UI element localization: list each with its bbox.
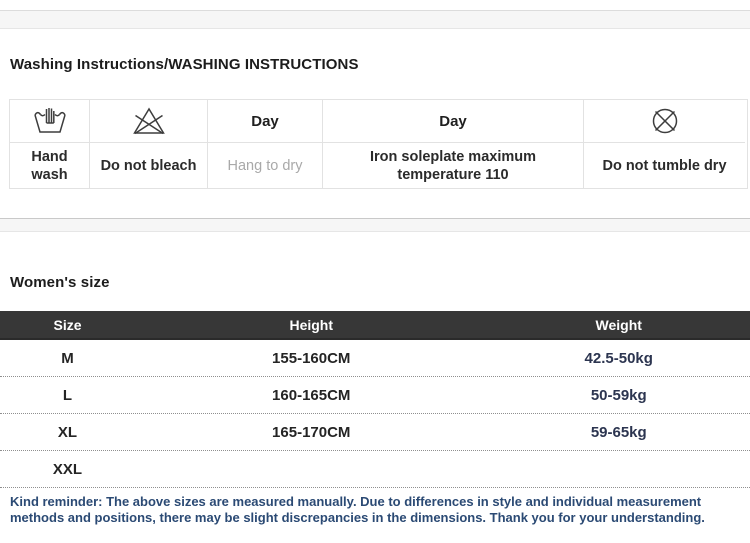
height-value: 155-160CM bbox=[135, 350, 488, 367]
section-divider-top bbox=[0, 10, 750, 29]
wash-label-do-not-tumble-dry: Do not tumble dry bbox=[584, 143, 745, 188]
size-table-header: Size Height Weight bbox=[0, 311, 750, 340]
wash-top-label-day-2: Day bbox=[323, 100, 583, 143]
wash-label-hang-to-dry: Hang to dry bbox=[208, 143, 322, 188]
size-value: XXL bbox=[0, 461, 135, 478]
washing-instructions-table: Hand wash Do not bleach Day Hang to dry … bbox=[9, 99, 748, 189]
weight-value: 50-59kg bbox=[488, 387, 750, 404]
wash-label-hand-wash: Hand wash bbox=[10, 143, 89, 188]
do-not-bleach-icon bbox=[90, 100, 207, 143]
hand-wash-icon bbox=[10, 100, 89, 143]
washing-instructions-title: Washing Instructions/WASHING INSTRUCTION… bbox=[10, 56, 359, 73]
wash-label-do-not-bleach: Do not bleach bbox=[90, 143, 207, 188]
wash-col-do-not-bleach: Do not bleach bbox=[89, 100, 207, 188]
size-row-xxl: XXL bbox=[0, 451, 750, 488]
wash-col-hand-wash: Hand wash bbox=[10, 100, 89, 188]
size-header-size: Size bbox=[0, 317, 135, 333]
size-value: XL bbox=[0, 424, 135, 441]
size-table-body: M 155-160CM 42.5-50kg L 160-165CM 50-59k… bbox=[0, 340, 750, 488]
wash-top-label-day-1: Day bbox=[208, 100, 322, 143]
size-value: M bbox=[0, 350, 135, 367]
size-row-l: L 160-165CM 50-59kg bbox=[0, 377, 750, 414]
weight-value: 59-65kg bbox=[488, 424, 750, 441]
wash-col-do-not-tumble-dry: Do not tumble dry bbox=[583, 100, 745, 188]
wash-col-iron: Day Iron soleplate maximum temperature 1… bbox=[322, 100, 583, 188]
wash-label-iron: Iron soleplate maximum temperature 110 bbox=[323, 143, 583, 188]
womens-size-title: Women's size bbox=[10, 274, 110, 291]
size-value: L bbox=[0, 387, 135, 404]
do-not-tumble-dry-icon bbox=[584, 100, 745, 143]
section-divider-middle bbox=[0, 218, 750, 232]
product-description-page: Washing Instructions/WASHING INSTRUCTION… bbox=[0, 0, 750, 543]
kind-reminder-note: Kind reminder: The above sizes are measu… bbox=[10, 494, 746, 526]
weight-value: 42.5-50kg bbox=[488, 350, 750, 367]
size-row-xl: XL 165-170CM 59-65kg bbox=[0, 414, 750, 451]
size-header-height: Height bbox=[135, 317, 488, 333]
wash-col-hang-to-dry: Day Hang to dry bbox=[207, 100, 322, 188]
size-row-m: M 155-160CM 42.5-50kg bbox=[0, 340, 750, 377]
size-header-weight: Weight bbox=[488, 317, 750, 333]
height-value: 165-170CM bbox=[135, 424, 488, 441]
height-value: 160-165CM bbox=[135, 387, 488, 404]
